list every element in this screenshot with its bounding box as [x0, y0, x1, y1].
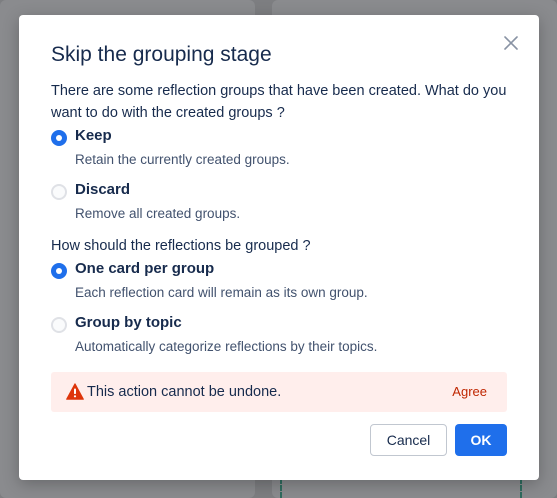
warning-icon: [66, 383, 84, 400]
radio-group-by-topic[interactable]: [51, 317, 67, 333]
option-group-by-topic-description: Automatically categorize reflections by …: [75, 339, 378, 354]
close-button[interactable]: [501, 33, 521, 53]
radio-discard[interactable]: [51, 184, 67, 200]
option-discard-description: Remove all created groups.: [75, 206, 241, 221]
skip-grouping-dialog: Skip the grouping stage There are some r…: [19, 15, 539, 480]
dialog-title: Skip the grouping stage: [51, 43, 272, 66]
option-one-card-per-group-label: One card per group: [75, 260, 215, 277]
close-icon: [504, 36, 518, 50]
agree-link[interactable]: Agree: [452, 384, 487, 399]
modal-overlay: Skip the grouping stage There are some r…: [0, 0, 557, 498]
radio-keep[interactable]: [51, 130, 67, 146]
option-discard-label: Discard: [75, 181, 131, 198]
warning-text: This action cannot be undone.: [87, 384, 282, 400]
radio-one-card-per-group[interactable]: [51, 263, 67, 279]
option-one-card-per-group[interactable]: One card per group Each reflection card …: [51, 260, 491, 300]
option-keep-description: Retain the currently created groups.: [75, 152, 290, 167]
option-one-card-per-group-description: Each reflection card will remain as its …: [75, 285, 368, 300]
question-grouping-method: How should the reflections be grouped ?: [51, 238, 311, 254]
option-keep[interactable]: Keep Retain the currently created groups…: [51, 127, 491, 167]
option-group-by-topic-label: Group by topic: [75, 314, 182, 331]
option-group-by-topic[interactable]: Group by topic Automatically categorize …: [51, 314, 491, 354]
warning-banner: This action cannot be undone. Agree: [51, 372, 507, 412]
question-existing-groups: There are some reflection groups that ha…: [51, 83, 507, 121]
option-keep-label: Keep: [75, 127, 112, 144]
cancel-button[interactable]: Cancel: [370, 424, 447, 456]
ok-button[interactable]: OK: [455, 424, 507, 456]
option-discard[interactable]: Discard Remove all created groups.: [51, 181, 491, 221]
